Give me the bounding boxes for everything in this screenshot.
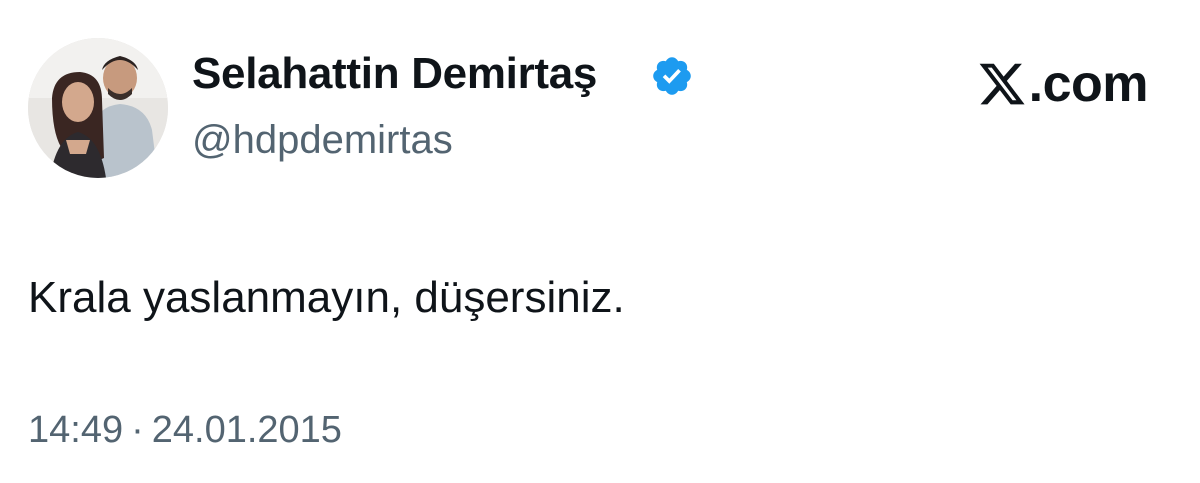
verified-badge-icon <box>653 57 691 95</box>
handle[interactable]: @hdpdemirtas <box>192 118 453 162</box>
tweet-text: Krala yaslanmayın, düşersiniz. <box>28 273 625 322</box>
meta-separator: · <box>131 409 144 451</box>
x-logo-icon <box>979 63 1025 105</box>
tweet-meta: 14:49 · 24.01.2015 <box>28 409 342 452</box>
brand-text: .com <box>1028 55 1149 113</box>
tweet-time[interactable]: 14:49 <box>28 409 123 451</box>
avatar-photo <box>28 38 168 178</box>
brand-logo: .com <box>977 55 1149 113</box>
display-name[interactable]: Selahattin Demirtaş <box>192 49 597 98</box>
tweet-date[interactable]: 24.01.2015 <box>152 409 342 451</box>
avatar[interactable] <box>28 38 168 178</box>
